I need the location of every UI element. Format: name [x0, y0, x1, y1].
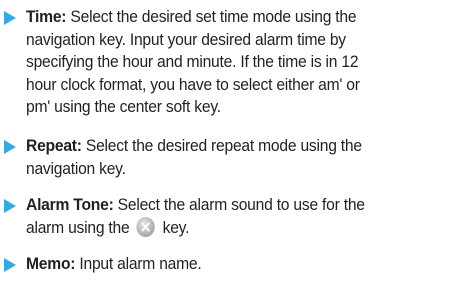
list-item-text: Alarm Tone: Select the alarm sound to us…: [26, 194, 422, 239]
bullet-arrow-icon: [4, 199, 16, 213]
description-line: hour clock format, you have to select ei…: [26, 74, 360, 94]
term-label: Alarm Tone:: [26, 195, 114, 214]
term-label: Memo:: [26, 254, 76, 273]
description-line: key.: [162, 217, 190, 237]
bullet-arrow-icon: [4, 140, 16, 154]
list-item-text: Time: Select the desired set time mode u…: [26, 6, 422, 119]
instruction-list: Time: Select the desired set time mode u…: [0, 0, 460, 290]
bullet-arrow-icon: [4, 11, 16, 25]
soft-key-icon: [136, 216, 156, 237]
description-line: Input alarm name.: [75, 254, 202, 273]
description-line: navigation key. Input your desired alarm…: [26, 29, 346, 49]
description-line: Select the desired set time mode using t…: [66, 7, 357, 26]
term-label: Time:: [26, 7, 67, 26]
bullet-arrow-icon: [4, 258, 16, 272]
list-item-text: Memo: Input alarm name.: [26, 253, 422, 276]
description-line: pm' using the center soft key.: [26, 97, 221, 116]
description-line: Select the alarm sound to use for the: [113, 195, 365, 214]
list-item-text: Repeat: Select the desired repeat mode u…: [26, 135, 422, 180]
description-line: alarm using the: [26, 217, 130, 237]
description-line: Select the desired repeat mode using the: [81, 136, 362, 155]
description-line: specifying the hour and minute. If the t…: [26, 52, 359, 71]
description-line: navigation key.: [26, 158, 126, 178]
term-label: Repeat:: [26, 136, 82, 155]
